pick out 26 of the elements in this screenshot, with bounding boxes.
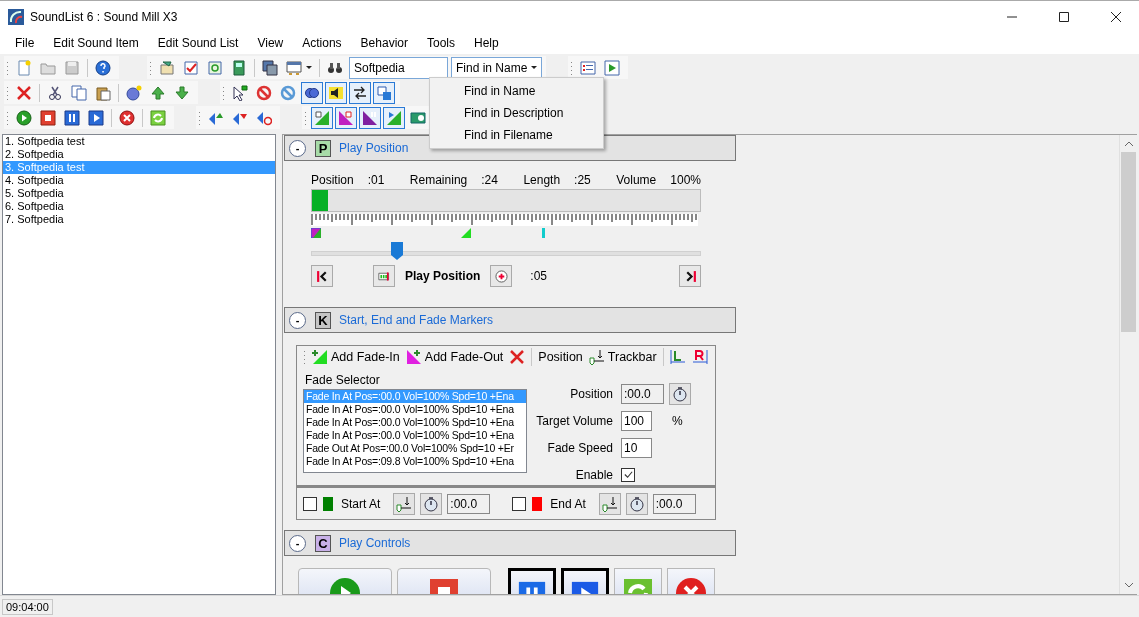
- window-title: SoundList 6 : Sound Mill X3: [30, 9, 178, 24]
- section-title: Start, End and Fade Markers: [339, 313, 494, 327]
- stat-value: 100%: [670, 173, 701, 187]
- field-label: Enable: [574, 467, 613, 482]
- section-title: Play Position: [339, 141, 409, 155]
- field-label: Target Volume: [535, 413, 613, 428]
- step-value: :05: [530, 269, 548, 283]
- section-letter: C: [315, 534, 331, 552]
- status-time: 09:04:00: [2, 598, 53, 615]
- fade-selector-label: Fade Selector: [305, 373, 381, 387]
- stat-value: :01: [367, 173, 385, 187]
- section-letter: K: [315, 311, 331, 329]
- stat-value: :24: [481, 173, 498, 187]
- section-letter: P: [315, 139, 331, 157]
- stat-label: Position: [311, 173, 354, 187]
- stat-label: Length: [523, 173, 561, 187]
- play-position-label: Play Position: [405, 269, 481, 283]
- start-at-label: Start At: [341, 496, 381, 511]
- section-title: Play Controls: [339, 536, 411, 550]
- stat-value: :25: [574, 173, 591, 187]
- stat-label: Volume: [616, 173, 657, 187]
- unit-label: %: [672, 413, 683, 428]
- end-at-label: End At: [550, 496, 586, 511]
- stat-label: Remaining: [409, 173, 468, 187]
- field-label: Fade Speed: [546, 440, 613, 455]
- field-label: Position: [569, 386, 613, 401]
